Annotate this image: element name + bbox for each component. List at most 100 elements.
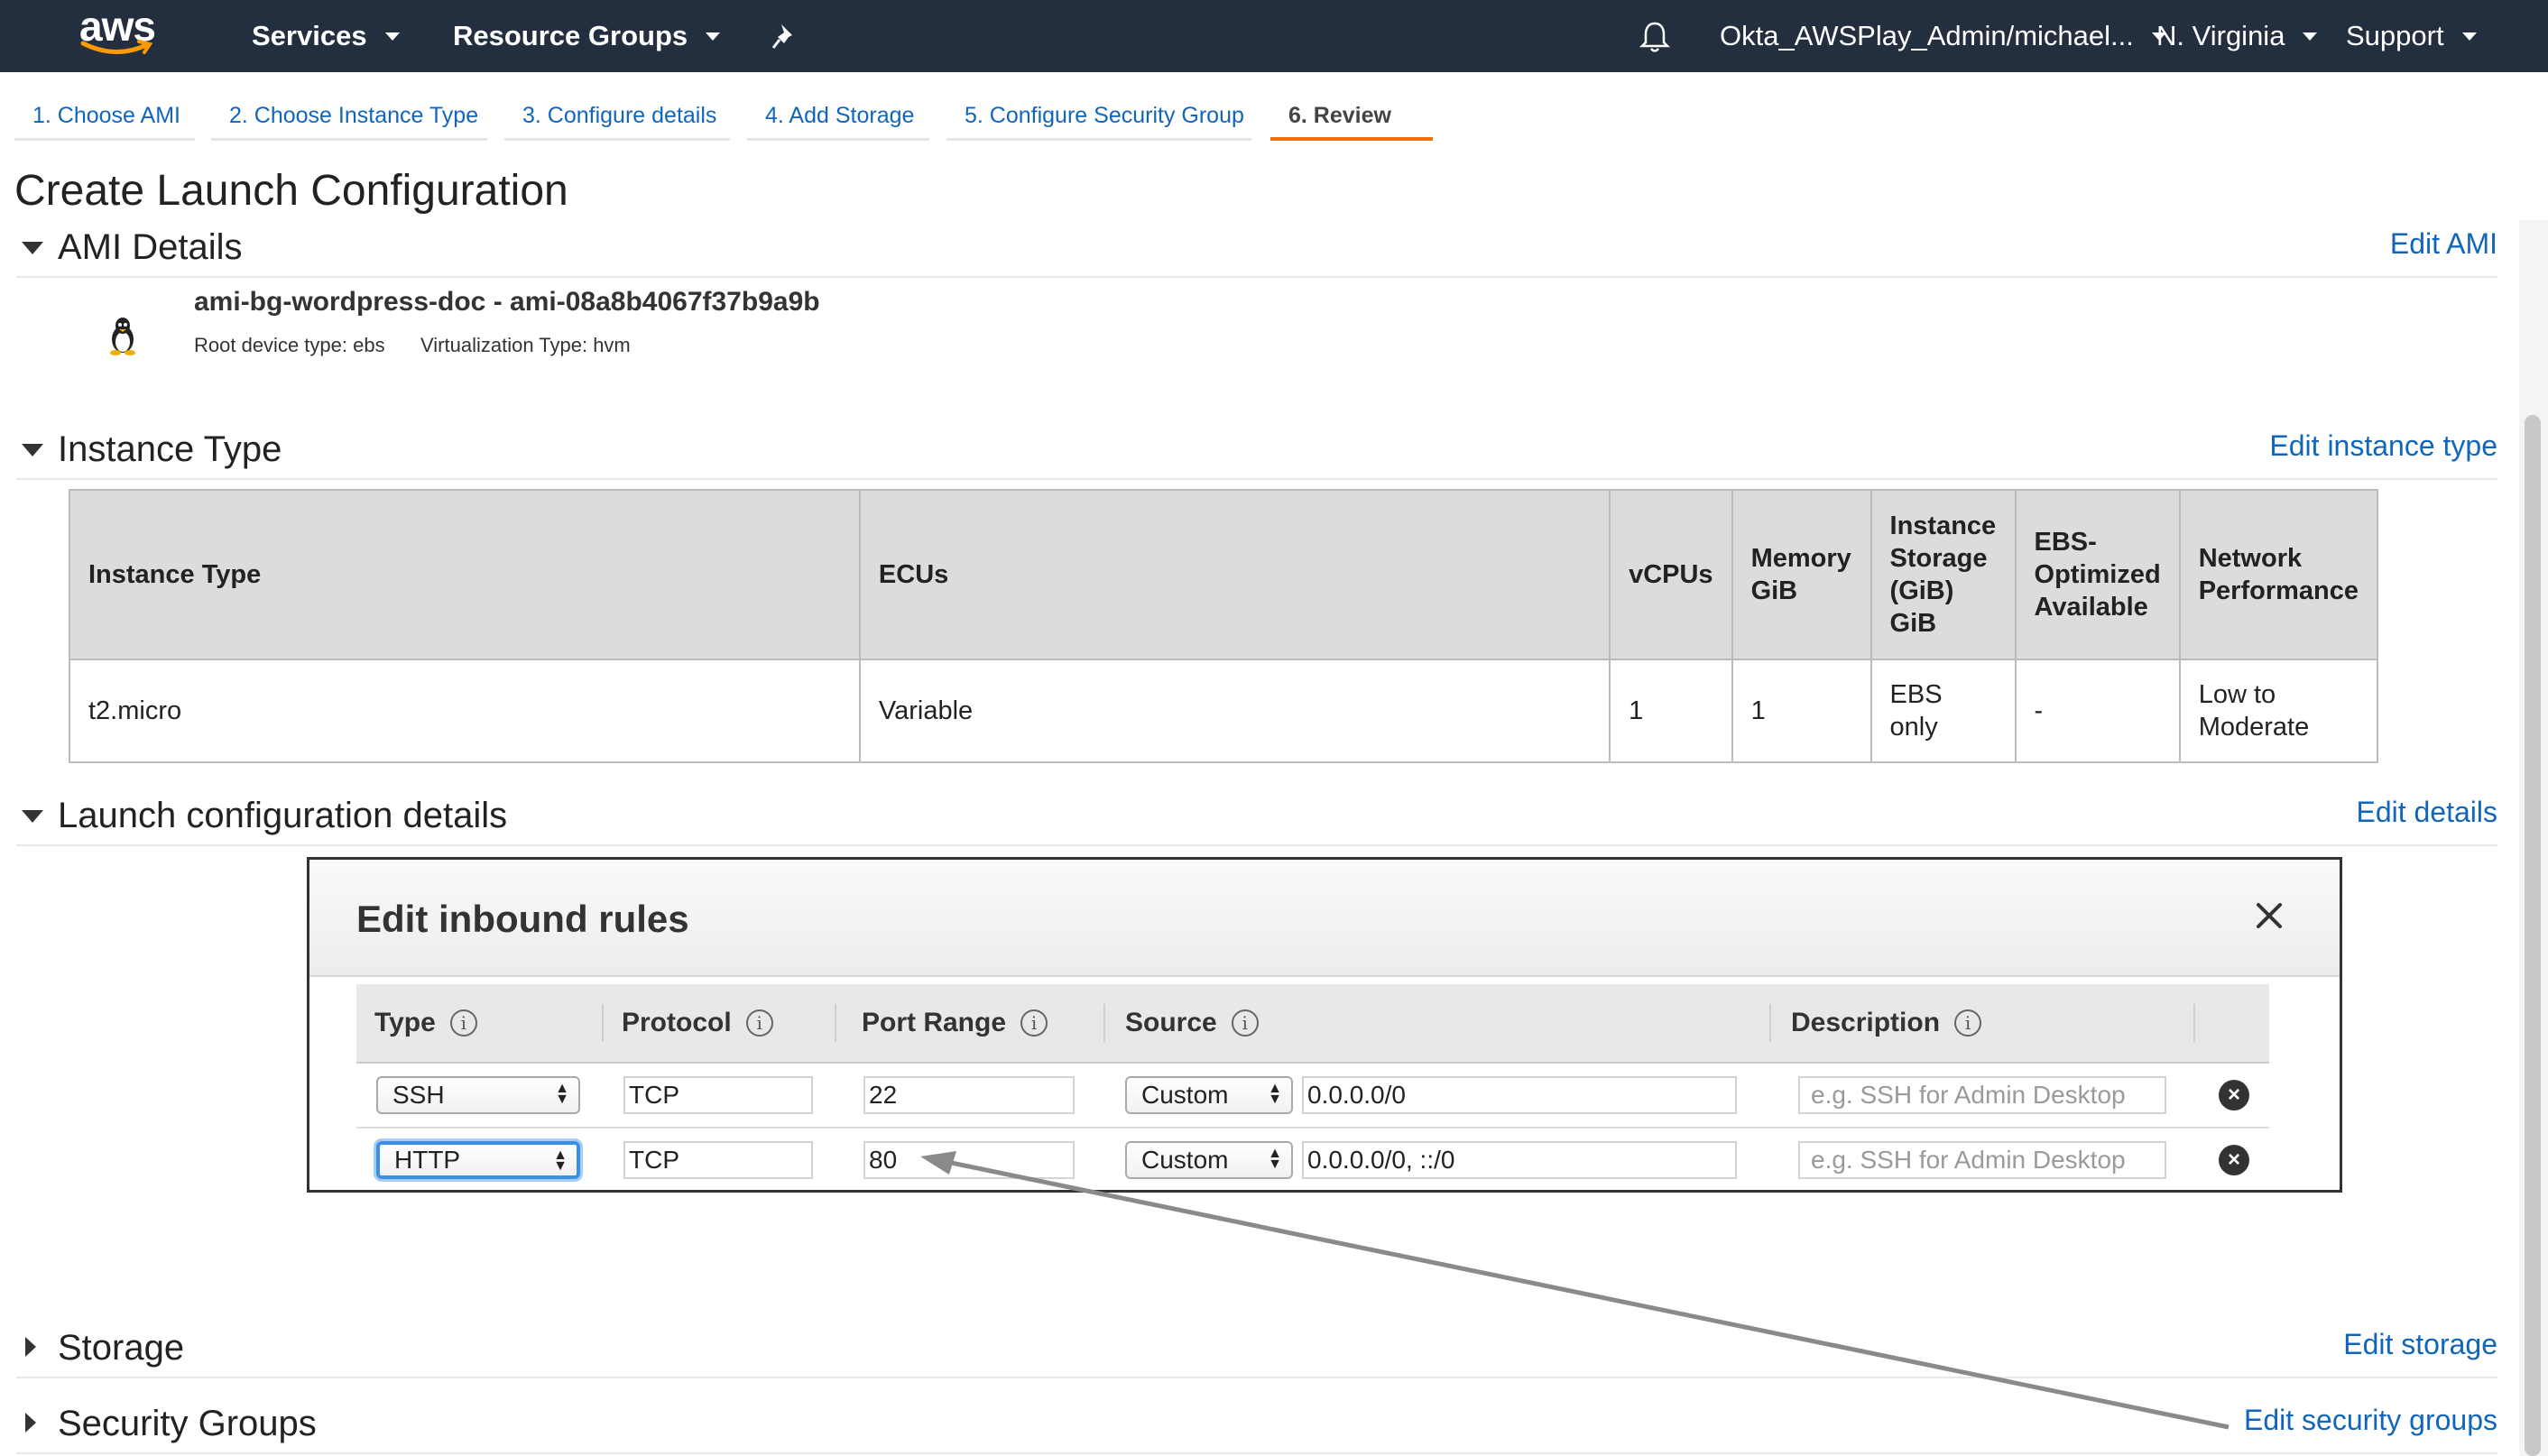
column-divider xyxy=(602,1004,604,1042)
dialog-header: Edit inbound rules xyxy=(309,860,2340,977)
services-label: Services xyxy=(252,20,367,51)
select-arrows-icon: ▲ ▼ xyxy=(1268,1146,1282,1172)
cell-ebs-optimized: - xyxy=(2014,659,2181,763)
virtualization-type: Virtualization Type: hvm xyxy=(420,334,631,356)
bell-icon[interactable] xyxy=(1639,20,1671,54)
instance-type-section-header[interactable]: Instance Type Edit instance type xyxy=(16,426,2497,480)
col-header-instance-storage: Instance Storage (GiB) GiB xyxy=(1869,489,2017,660)
cell-instance-type: t2.micro xyxy=(69,659,861,763)
col-header-ebs-optimized: EBS-Optimized Available xyxy=(2014,489,2181,660)
services-menu[interactable]: Services xyxy=(252,0,400,72)
edit-storage-link[interactable]: Edit storage xyxy=(2343,1328,2497,1361)
chevron-down-icon xyxy=(384,32,400,41)
select-arrows-icon: ▲ ▼ xyxy=(553,1147,568,1174)
tab-add-storage[interactable]: 4. Add Storage xyxy=(747,94,929,141)
storage-title: Storage xyxy=(58,1328,185,1368)
tab-configure-details[interactable]: 3. Configure details xyxy=(504,94,730,141)
col-header-port-range: Port Range i xyxy=(862,984,1048,1062)
type-select[interactable]: SSH ▲ ▼ xyxy=(376,1076,580,1114)
col-header-type-label: Type xyxy=(374,1008,436,1037)
scrollbar-thumb[interactable] xyxy=(2525,415,2541,1456)
security-groups-title: Security Groups xyxy=(58,1404,317,1443)
source-select[interactable]: Custom ▲ ▼ xyxy=(1125,1076,1293,1114)
edit-ami-link[interactable]: Edit AMI xyxy=(2390,227,2497,261)
tab-choose-ami[interactable]: 1. Choose AMI xyxy=(14,94,195,141)
instance-type-title: Instance Type xyxy=(58,429,282,469)
delete-rule-icon[interactable]: × xyxy=(2219,1080,2249,1110)
tab-choose-instance-type[interactable]: 2. Choose Instance Type xyxy=(211,94,487,141)
ami-details-section-header[interactable]: AMI Details Edit AMI xyxy=(16,224,2497,278)
table-row: HTTP ▲ ▼ TCP 80 Custom ▲ ▼ 0.0.0.0/0, ::/0… xyxy=(356,1129,2269,1190)
info-icon[interactable]: i xyxy=(1020,1009,1048,1037)
source-select[interactable]: Custom ▲ ▼ xyxy=(1125,1141,1293,1179)
edit-details-link[interactable]: Edit details xyxy=(2356,796,2497,829)
support-label: Support xyxy=(2346,20,2444,51)
tab-configure-security-group[interactable]: 5. Configure Security Group xyxy=(946,94,1251,141)
storage-section-header[interactable]: Storage Edit storage xyxy=(16,1324,2497,1378)
expand-triangle-icon[interactable] xyxy=(25,1337,36,1357)
support-menu[interactable]: Support xyxy=(2346,0,2477,72)
cell-network-performance: Low to Moderate xyxy=(2178,659,2379,763)
edit-security-groups-link[interactable]: Edit security groups xyxy=(2244,1404,2497,1437)
col-header-protocol-label: Protocol xyxy=(622,1008,732,1037)
type-select-value: HTTP xyxy=(394,1146,461,1174)
col-header-port-range-label: Port Range xyxy=(862,1008,1007,1037)
source-select-value: Custom xyxy=(1141,1146,1229,1174)
linux-penguin-icon xyxy=(110,318,135,355)
launch-config-section-header[interactable]: Launch configuration details Edit detail… xyxy=(16,792,2497,846)
description-placeholder: e.g. SSH for Admin Desktop xyxy=(1811,1081,2126,1109)
description-placeholder: e.g. SSH for Admin Desktop xyxy=(1811,1146,2126,1174)
col-header-vcpus: vCPUs xyxy=(1609,489,1733,660)
collapse-triangle-icon[interactable] xyxy=(22,810,43,823)
description-input[interactable]: e.g. SSH for Admin Desktop xyxy=(1798,1076,2166,1114)
edit-inbound-rules-dialog: Edit inbound rules Type i Protocol i Port … xyxy=(307,857,2342,1193)
col-header-description-label: Description xyxy=(1791,1008,1941,1037)
port-range-input[interactable]: 22 xyxy=(863,1076,1075,1114)
info-icon[interactable]: i xyxy=(1231,1009,1259,1037)
source-cidr-input[interactable]: 0.0.0.0/0 xyxy=(1302,1076,1737,1114)
protocol-field: TCP xyxy=(623,1076,813,1114)
description-input[interactable]: e.g. SSH for Admin Desktop xyxy=(1798,1141,2166,1179)
col-header-protocol: Protocol i xyxy=(622,984,773,1062)
info-icon[interactable]: i xyxy=(1954,1009,1982,1037)
resource-groups-menu[interactable]: Resource Groups xyxy=(453,0,721,72)
pin-icon[interactable] xyxy=(769,22,799,52)
dialog-title: Edit inbound rules xyxy=(356,898,689,940)
port-range-input[interactable]: 80 xyxy=(863,1141,1075,1179)
expand-triangle-icon[interactable] xyxy=(25,1413,36,1433)
col-header-network-performance: Network Performance xyxy=(2178,489,2379,660)
type-select[interactable]: HTTP ▲ ▼ xyxy=(376,1141,580,1179)
edit-instance-type-link[interactable]: Edit instance type xyxy=(2269,429,2497,463)
select-arrows-icon: ▲ ▼ xyxy=(1268,1081,1282,1107)
ami-details-title: AMI Details xyxy=(58,227,243,267)
instance-type-table: Instance Type ECUs vCPUs Memory GiB Inst… xyxy=(69,489,2379,763)
close-icon[interactable] xyxy=(2249,896,2289,935)
info-icon[interactable]: i xyxy=(449,1009,477,1037)
column-divider xyxy=(1103,1004,1105,1042)
top-navigation-bar: aws Services Resource Groups Okta_AWSPla… xyxy=(0,0,2548,72)
cell-vcpus: 1 xyxy=(1609,659,1733,763)
info-icon[interactable]: i xyxy=(745,1009,773,1037)
column-divider xyxy=(1769,1004,1771,1042)
security-groups-section-header[interactable]: Security Groups Edit security groups xyxy=(16,1400,2497,1454)
tab-review[interactable]: 6. Review xyxy=(1270,94,1433,141)
delete-rule-icon[interactable]: × xyxy=(2219,1145,2249,1175)
account-label: Okta_AWSPlay_Admin/michael... xyxy=(1720,20,2134,51)
collapse-triangle-icon[interactable] xyxy=(22,242,43,254)
chevron-down-icon xyxy=(706,32,721,41)
region-menu[interactable]: N. Virginia xyxy=(2156,0,2318,72)
collapse-triangle-icon[interactable] xyxy=(22,444,43,456)
launch-config-title: Launch configuration details xyxy=(58,796,508,835)
account-menu[interactable]: Okta_AWSPlay_Admin/michael... xyxy=(1720,0,2166,72)
col-header-type: Type i xyxy=(374,984,477,1062)
table-row: SSH ▲ ▼ TCP 22 Custom ▲ ▼ 0.0.0.0/0 e.g. S… xyxy=(356,1064,2269,1129)
col-header-instance-type: Instance Type xyxy=(69,489,861,660)
source-cidr-input[interactable]: 0.0.0.0/0, ::/0 xyxy=(1302,1141,1737,1179)
type-select-value: SSH xyxy=(392,1081,445,1109)
chevron-down-icon xyxy=(2461,32,2477,41)
table-header-row: Instance Type ECUs vCPUs Memory GiB Inst… xyxy=(69,489,2379,660)
col-header-ecus: ECUs xyxy=(858,489,1611,660)
chevron-down-icon xyxy=(2303,32,2318,41)
protocol-field: TCP xyxy=(623,1141,813,1179)
column-divider xyxy=(2193,1004,2195,1042)
